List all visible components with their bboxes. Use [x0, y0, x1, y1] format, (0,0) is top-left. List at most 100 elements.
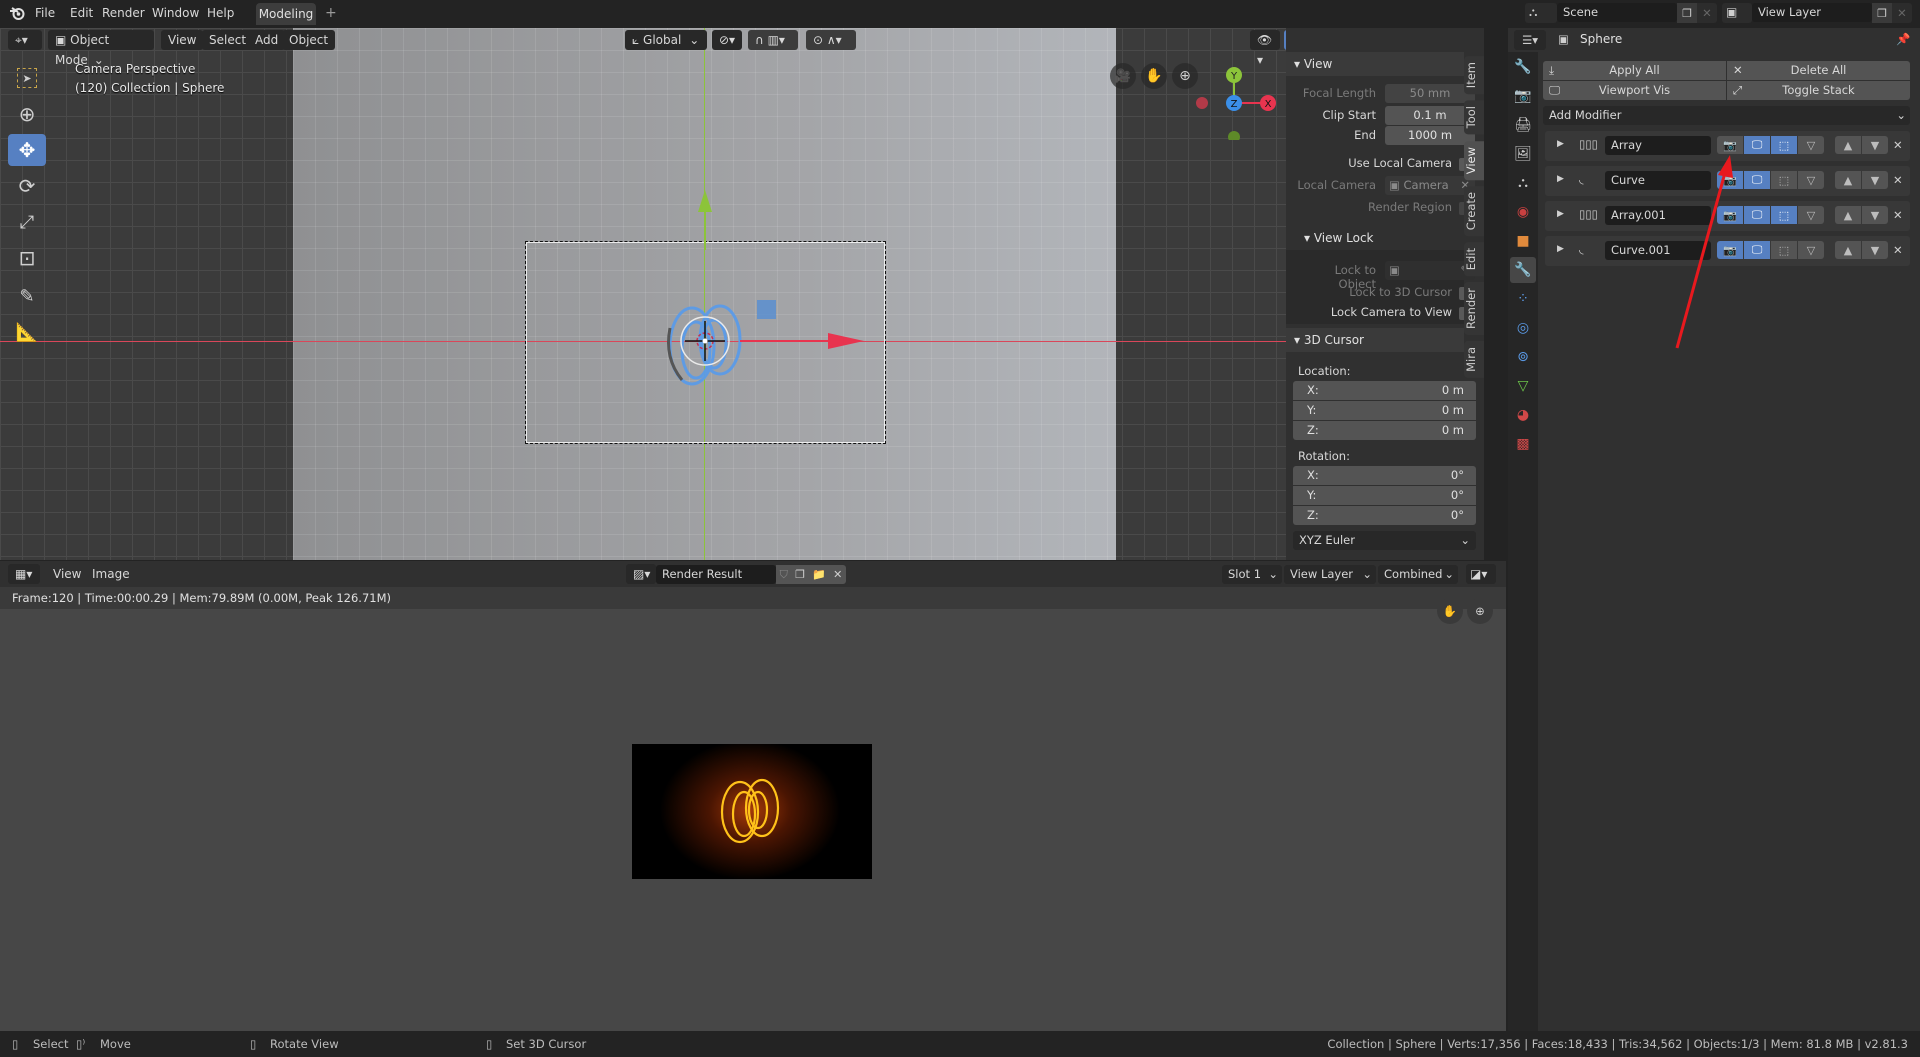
move-up-button[interactable]: ▲ [1835, 241, 1861, 259]
gizmo-x-arrow[interactable] [740, 330, 865, 352]
proportional-edit-toggle[interactable]: ⊙ ∧▾ [806, 30, 856, 50]
image-editor-canvas[interactable]: Frame:120 | Time:00:00.29 | Mem:79.89M (… [0, 587, 1506, 1031]
sidebar-tab-tool[interactable]: Tool [1464, 100, 1484, 135]
tool-cursor[interactable]: ⊕ [8, 98, 46, 130]
local-camera-field[interactable]: ▣ Camera ✕ [1385, 176, 1475, 195]
tab-world[interactable]: ◉ [1510, 199, 1536, 225]
editmode-toggle[interactable]: ⬚ [1771, 136, 1797, 154]
cursor-rotation-z[interactable]: Z: 0° [1293, 506, 1476, 525]
tool-move[interactable]: ✥ [8, 134, 46, 166]
cage-toggle[interactable]: ▽ [1798, 171, 1824, 189]
3d-cursor-panel-header[interactable]: ▾ 3D Cursor [1286, 328, 1464, 352]
move-down-button[interactable]: ▼ [1862, 241, 1888, 259]
remove-modifier-close-icon[interactable]: ✕ [1893, 138, 1903, 152]
toggle-stack-button[interactable]: ⤢ Toggle Stack [1727, 81, 1910, 100]
pin-icon[interactable]: 📌 [1896, 32, 1910, 46]
image-menu-view[interactable]: View [46, 564, 88, 584]
editmode-toggle[interactable]: ⬚ [1771, 171, 1797, 189]
expand-arrow-icon[interactable]: ▶ [1557, 209, 1564, 219]
editor-type-button[interactable]: ⌖▾ [8, 30, 42, 50]
remove-modifier-close-icon[interactable]: ✕ [1893, 173, 1903, 187]
viewport-menu-view[interactable]: View [161, 30, 204, 50]
move-up-button[interactable]: ▲ [1835, 136, 1861, 154]
expand-arrow-icon[interactable]: ▶ [1557, 174, 1564, 184]
new-view-layer-button[interactable]: ❐ [1872, 3, 1892, 23]
workspace-tab-modeling[interactable]: Modeling [256, 3, 316, 25]
menu-file[interactable]: File [31, 4, 59, 22]
image-editor-type-button[interactable]: ▦▾ [8, 564, 40, 584]
display-channels-dropdown[interactable]: ◪▾ [1466, 564, 1496, 584]
visibility-dropdown[interactable]: 👁▾ [1250, 30, 1280, 67]
tab-scene[interactable]: ⛬ [1510, 170, 1536, 196]
delete-scene-button[interactable]: ✕ [1697, 3, 1717, 23]
gizmo-y-arrow[interactable] [693, 190, 717, 250]
view-lock-header[interactable]: ▾ View Lock [1296, 226, 1474, 250]
tab-physics[interactable]: ◎ [1510, 315, 1536, 341]
cage-toggle[interactable]: ▽ [1798, 136, 1824, 154]
pass-dropdown[interactable]: Combined ⌄ [1378, 565, 1458, 584]
image-zoom-button[interactable]: ⊕ [1467, 598, 1493, 624]
tool-annotate[interactable]: ✎ [8, 280, 46, 312]
expand-arrow-icon[interactable]: ▶ [1557, 139, 1564, 149]
editmode-toggle[interactable]: ⬚ [1771, 241, 1797, 259]
new-scene-button[interactable]: ❐ [1677, 3, 1697, 23]
editmode-toggle[interactable]: ⬚ [1771, 206, 1797, 224]
image-menu-image[interactable]: Image [85, 564, 137, 584]
clip-end-field[interactable]: 1000 m [1385, 126, 1475, 145]
3d-viewport[interactable]: ⌖▾ ▣ Object Mode ⌄ View Select Add Object… [0, 28, 1484, 560]
add-workspace-button[interactable]: + [321, 4, 341, 22]
pan-view-button[interactable]: ✋ [1141, 63, 1167, 89]
cage-toggle[interactable]: ▽ [1798, 241, 1824, 259]
browse-image-button[interactable]: ▨▾ [626, 564, 656, 584]
tab-object-data[interactable]: ▽ [1510, 373, 1536, 399]
viewport-vis-button[interactable]: 🖵 Viewport Vis [1543, 81, 1726, 100]
tab-texture[interactable]: ▩ [1510, 431, 1536, 457]
fake-user-shield-icon[interactable]: ⛉ [780, 568, 788, 582]
sidebar-tab-item[interactable]: Item [1464, 56, 1484, 95]
pivot-point-dropdown[interactable]: ⊘▾ [712, 30, 742, 50]
sidebar-tab-view[interactable]: View [1464, 140, 1484, 180]
scene-selector-button[interactable]: ⛬ [1525, 3, 1557, 23]
layer-dropdown[interactable]: View Layer ⌄ [1284, 565, 1376, 584]
menu-render[interactable]: Render [98, 4, 149, 22]
view-layer-selector-button[interactable]: ▣ [1722, 3, 1752, 23]
snap-toggle[interactable]: ∩ ▥▾ [748, 30, 798, 50]
menu-window[interactable]: Window [148, 4, 203, 22]
unlink-close-icon[interactable]: ✕ [833, 568, 842, 581]
tab-particles[interactable]: ⁘ [1510, 286, 1536, 312]
focal-length-field[interactable]: 50 mm [1385, 84, 1475, 103]
mode-dropdown[interactable]: ▣ Object Mode ⌄ [48, 30, 154, 67]
scene-name-field[interactable]: Scene [1557, 3, 1677, 22]
tab-tool[interactable]: 🔧 [1510, 54, 1536, 80]
view-panel-header[interactable]: ▾ View [1286, 52, 1464, 76]
sidebar-tab-render[interactable]: Render [1464, 282, 1484, 336]
properties-editor-type-button[interactable]: ☰▾ [1514, 30, 1546, 50]
cursor-rotation-x[interactable]: X: 0° [1293, 466, 1476, 485]
rotation-mode-dropdown[interactable]: XYZ Euler ⌄ [1293, 531, 1476, 550]
lock-to-object-field[interactable]: ▣✎ [1385, 261, 1475, 280]
tab-constraints[interactable]: ⊚ [1510, 344, 1536, 370]
add-modifier-dropdown[interactable]: Add Modifier ⌄ [1543, 106, 1910, 125]
tool-transform[interactable]: ⊡ [8, 242, 46, 274]
tab-render[interactable]: 📷 [1510, 83, 1536, 109]
gizmo-plane-handle[interactable] [757, 300, 776, 319]
menu-edit[interactable]: Edit [66, 4, 97, 22]
open-folder-icon[interactable]: 📁 [812, 568, 826, 581]
tab-object[interactable]: ■ [1510, 228, 1536, 254]
camera-view-button[interactable]: 🎥 [1110, 63, 1136, 89]
move-down-button[interactable]: ▼ [1862, 136, 1888, 154]
sidebar-tab-mira[interactable]: Mira [1464, 341, 1484, 379]
tab-modifiers[interactable]: 🔧 [1510, 257, 1536, 283]
remove-modifier-close-icon[interactable]: ✕ [1893, 243, 1903, 257]
tab-view-layer[interactable]: 🖼 [1510, 141, 1536, 167]
tool-rotate[interactable]: ⟳ [8, 170, 46, 202]
navigation-gizmo[interactable]: Y Z X [1190, 60, 1280, 140]
cursor-location-z[interactable]: Z: 0 m [1293, 421, 1476, 440]
sidebar-tab-edit[interactable]: Edit [1464, 242, 1484, 277]
move-down-button[interactable]: ▼ [1862, 206, 1888, 224]
transform-orientation-dropdown[interactable]: ⟀ Global ⌄ [625, 30, 707, 50]
tool-scale[interactable]: ⤢ [8, 206, 46, 238]
slot-dropdown[interactable]: Slot 1 ⌄ [1222, 565, 1282, 584]
view-layer-name-field[interactable]: View Layer [1752, 3, 1872, 22]
viewport-menu-add[interactable]: Add [248, 30, 286, 50]
